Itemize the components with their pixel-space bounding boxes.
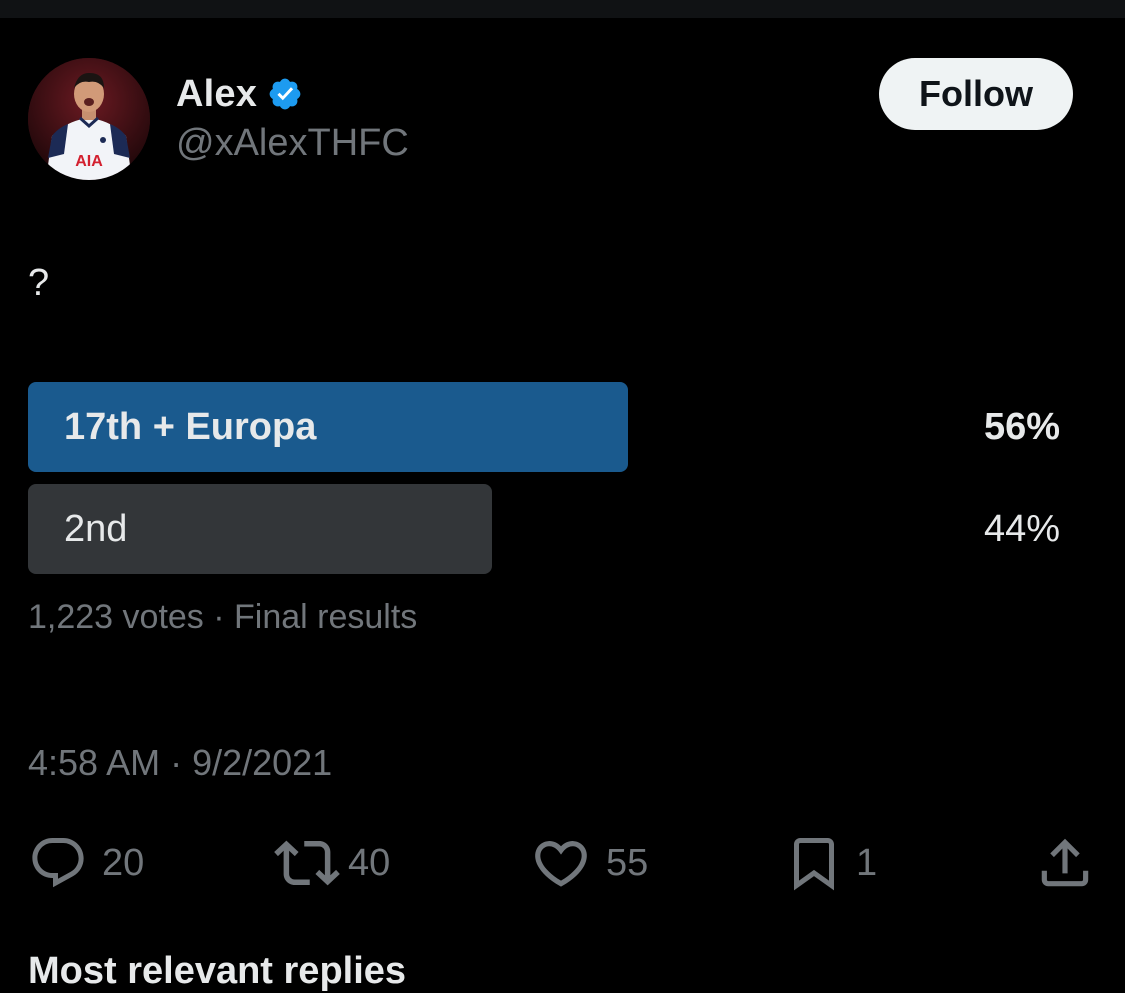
bookmark-icon (784, 830, 844, 896)
retweet-icon (274, 830, 340, 896)
poll-option-1: 17th + Europa 56% (28, 382, 1068, 472)
bookmark-count: 1 (856, 841, 878, 884)
author-name-row: Alex (176, 72, 303, 116)
tweet-timestamp[interactable]: 4:58 AM · 9/2/2021 (28, 742, 332, 784)
action-bar: 20 40 55 1 (0, 830, 1125, 896)
poll: 17th + Europa 56% 2nd 44% (28, 382, 1068, 586)
reply-count: 20 (102, 841, 145, 884)
top-strip (0, 0, 1125, 18)
reply-icon (28, 833, 88, 893)
heart-icon (530, 832, 592, 894)
tweet-text: ? (28, 262, 50, 304)
next-section-heading: Most relevant replies (28, 950, 407, 992)
share-button[interactable] (1034, 830, 1096, 896)
like-button[interactable]: 55 (530, 830, 648, 896)
like-count: 55 (606, 841, 649, 884)
poll-option-label: 2nd (64, 508, 128, 550)
author-display-name[interactable]: Alex (176, 73, 257, 116)
poll-meta: 1,223 votes · Final results (28, 598, 418, 636)
verified-badge-icon (267, 76, 303, 112)
poll-option-percent: 44% (983, 508, 1060, 550)
jersey-sponsor-text: AIA (75, 153, 103, 170)
bookmark-button[interactable]: 1 (784, 830, 877, 896)
avatar[interactable]: AIA (28, 58, 150, 180)
follow-button[interactable]: Follow (879, 58, 1073, 130)
poll-option-2: 2nd 44% (28, 484, 1068, 574)
reply-button[interactable]: 20 (28, 830, 144, 896)
share-icon (1034, 832, 1096, 894)
author-handle[interactable]: @xAlexTHFC (176, 122, 409, 165)
retweet-count: 40 (348, 841, 391, 884)
poll-option-percent: 56% (983, 406, 1060, 448)
poll-option-label: 17th + Europa (64, 406, 317, 448)
retweet-button[interactable]: 40 (274, 830, 390, 896)
